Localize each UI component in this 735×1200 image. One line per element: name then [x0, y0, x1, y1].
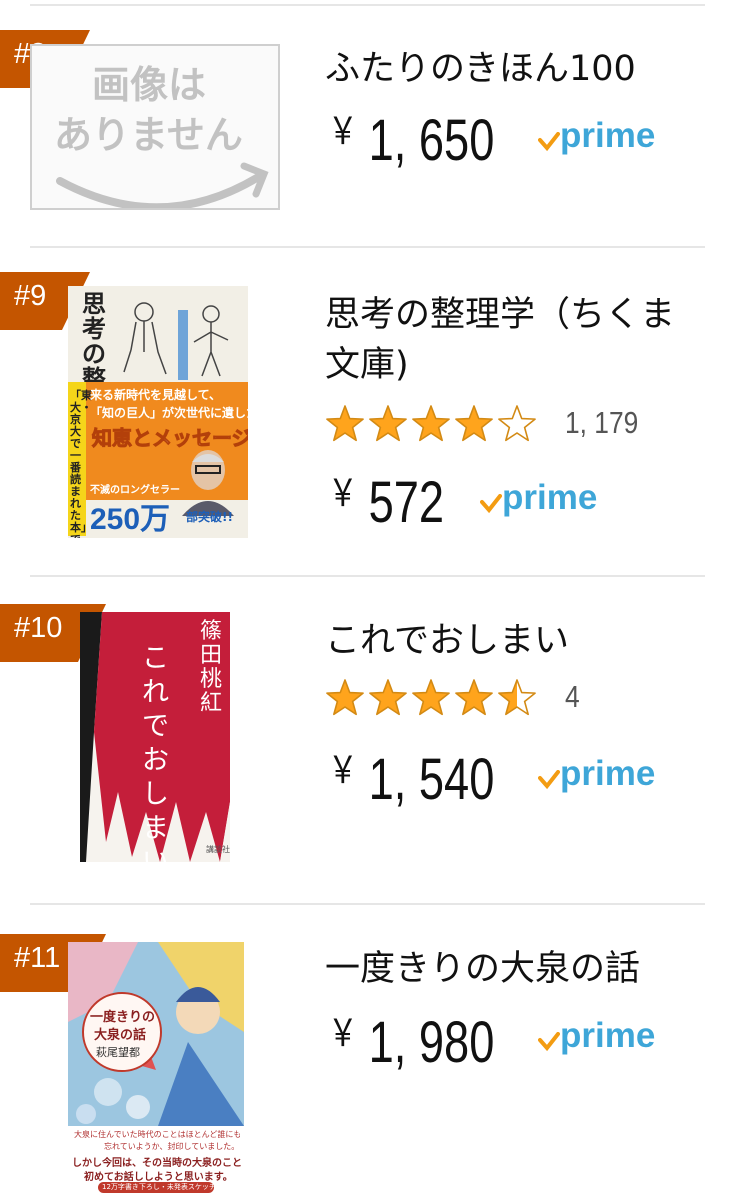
book-cover[interactable]: 思考の整理学 「東大・京大で一番読まれた本」で話題 来る新時代を見越して、 「知… — [68, 286, 248, 538]
cover-title-line2: 大泉の話 — [94, 1028, 147, 1043]
cover-blurb-4: 初めてお話ししようと思います。 — [84, 1172, 233, 1183]
currency-symbol: ￥ — [328, 473, 358, 515]
currency-symbol: ￥ — [328, 1013, 358, 1055]
cover-band-line1: 来る新時代を見越して、 — [90, 388, 222, 402]
cover-big-suffix: 部突破!! — [186, 510, 233, 524]
cover-author: 萩尾望都 — [96, 1046, 140, 1059]
cover-title-line1: 一度きりの — [90, 1010, 156, 1025]
star-half-icon — [498, 679, 536, 716]
star-full-icon — [326, 679, 364, 716]
product-title[interactable]: 一度きりの大泉の話 — [325, 944, 695, 994]
currency-symbol: ￥ — [328, 111, 358, 153]
product-rating[interactable]: 4 — [325, 677, 665, 717]
divider — [30, 4, 705, 6]
product-title[interactable]: 思考の整理学（ちくま文庫) — [325, 290, 695, 390]
prime-badge: prime — [538, 754, 663, 796]
product-title[interactable]: これでおしまい — [325, 616, 695, 666]
star-full-icon — [369, 679, 407, 716]
currency-symbol: ￥ — [328, 750, 358, 792]
star-full-icon — [412, 679, 450, 716]
prime-label: prime — [560, 116, 656, 155]
product-price: ￥ 1, 650 — [328, 100, 494, 174]
cover-publisher: 講談社 — [206, 845, 230, 854]
star-full-icon — [369, 405, 407, 442]
cover-band-line2: 「知の巨人」が次世代に遺した — [90, 406, 248, 420]
prime-check-icon — [538, 770, 560, 790]
cover-blurb-1: 大泉に住んでいた時代のことはほとんど誰にもお話しせず、 — [74, 1130, 240, 1139]
prime-badge: prime — [538, 1016, 663, 1058]
product-price: ￥ 1, 540 — [328, 739, 494, 813]
prime-badge: prime — [538, 116, 663, 158]
star-full-icon — [412, 405, 450, 442]
rank-label: #9 — [14, 280, 47, 312]
star-full-icon — [326, 405, 364, 442]
author-photo — [182, 450, 234, 516]
cover-side-label: 「東大・京大で一番読まれた本」で話題 — [70, 389, 92, 539]
price-value: 1, 980 — [368, 1010, 495, 1075]
star-full-icon — [455, 679, 493, 716]
cover-blurb-2: 忘れていようか、封印していました。 — [104, 1142, 240, 1151]
book-cover[interactable]: 一度きりの 大泉の話 萩尾望都 大泉に住んでいた時代のことはほとんど誰にもお話し… — [68, 942, 244, 1196]
cover-big-count: 250万 — [90, 503, 171, 536]
price-value: 572 — [368, 470, 445, 535]
divider — [30, 246, 705, 248]
star-rating-icons — [326, 679, 536, 716]
divider — [30, 575, 705, 577]
review-count[interactable]: 1, 179 — [565, 405, 638, 441]
star-rating-icons — [326, 405, 536, 442]
review-count[interactable]: 4 — [565, 679, 580, 715]
rank-badge: #10 — [0, 604, 106, 662]
amazon-smile-icon — [56, 162, 269, 208]
cover-illustration — [123, 302, 229, 380]
book-cover[interactable]: 篠田桃紅 これでおしまい 講談社 — [80, 612, 230, 862]
product-price: ￥ 572 — [328, 462, 444, 536]
star-empty-icon — [498, 405, 536, 442]
product-price: ￥ 1, 980 — [328, 1002, 494, 1076]
product-rating[interactable]: 1, 179 — [325, 403, 665, 443]
prime-check-icon — [538, 132, 560, 152]
product-image-placeholder[interactable]: 画像は ありません — [30, 44, 280, 210]
divider — [30, 903, 705, 905]
prime-label: prime — [560, 1016, 656, 1055]
cover-author: 篠田桃紅 — [200, 619, 223, 716]
price-value: 1, 650 — [368, 108, 495, 173]
prime-check-icon — [538, 1032, 560, 1052]
rank-label: #10 — [14, 612, 63, 644]
prime-label: prime — [560, 754, 656, 793]
cover-footer: 12万字書き下ろし・未発表スケッチ収録 — [102, 1183, 230, 1191]
cover-title: これでおしまい — [142, 643, 169, 862]
ranking-list: #8 画像は ありません ふたりのきほん100 ￥1, 650 prime #9… — [0, 0, 735, 1200]
prime-check-icon — [480, 494, 502, 514]
star-full-icon — [455, 405, 493, 442]
rank-label: #11 — [14, 942, 61, 974]
product-title[interactable]: ふたりのきほん100 — [325, 44, 695, 94]
prime-label: prime — [502, 478, 598, 517]
prime-badge: prime — [480, 478, 605, 520]
cover-blurb-3: しかし今回は、その当時の大泉のことを — [72, 1158, 242, 1169]
price-value: 1, 540 — [368, 747, 495, 812]
